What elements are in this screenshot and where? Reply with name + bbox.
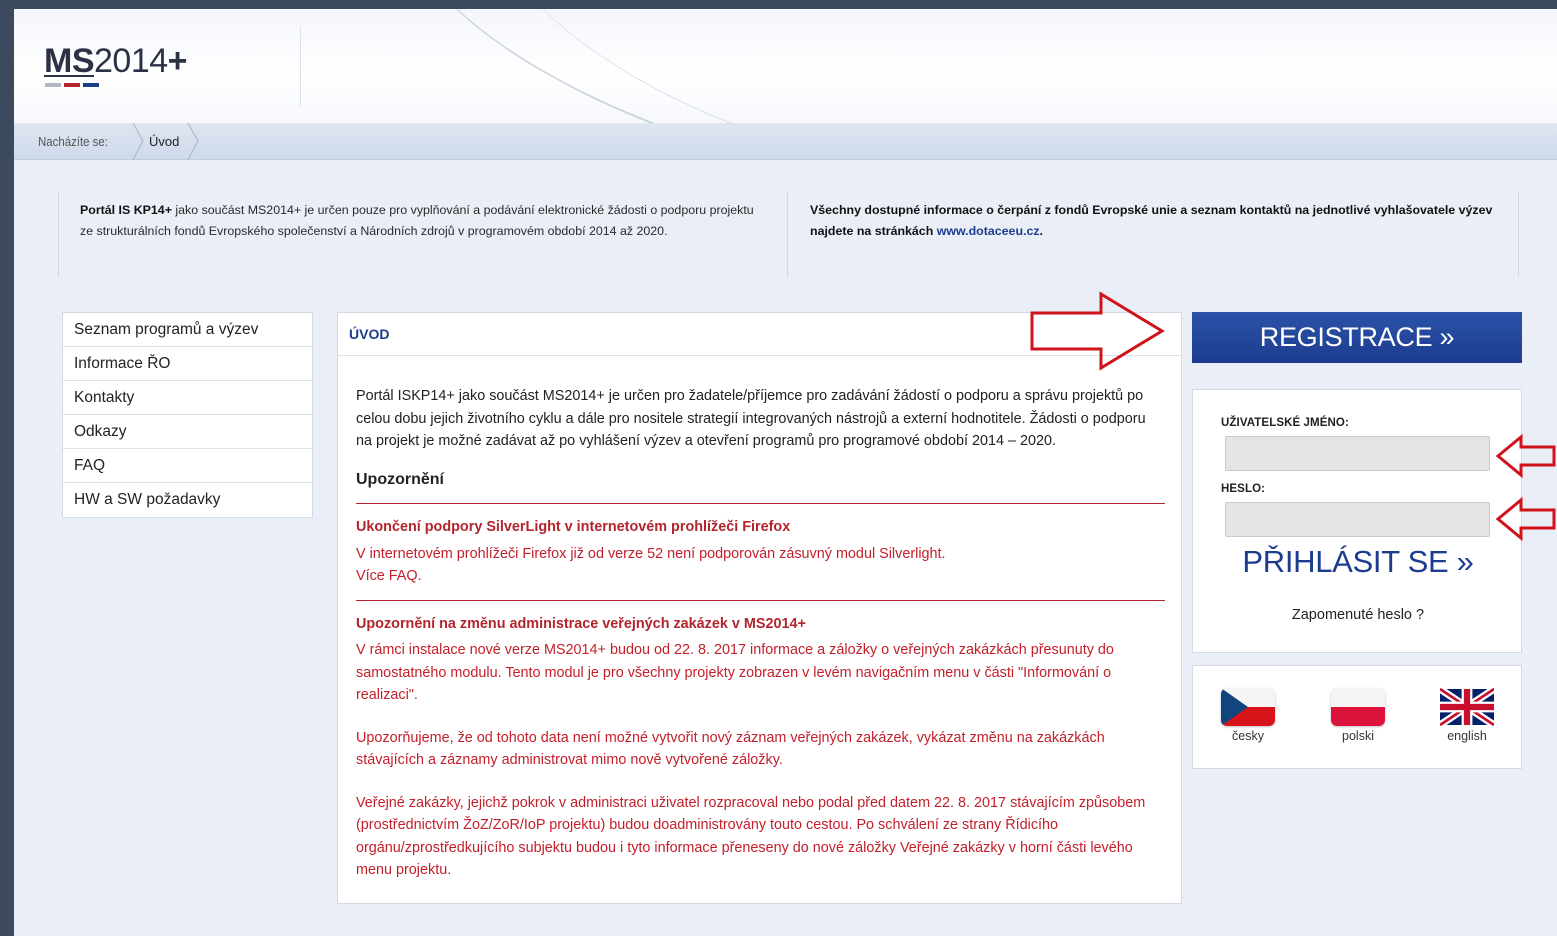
logo-bar <box>64 83 80 87</box>
logo-bar <box>83 83 99 87</box>
login-button[interactable]: PŘIHLÁSIT SE » <box>1193 544 1523 580</box>
register-button[interactable]: REGISTRACE » <box>1192 312 1522 363</box>
language-box: česky polski english <box>1192 665 1522 769</box>
nav-item-contacts[interactable]: Kontakty <box>63 381 312 415</box>
nav-item-ro-info[interactable]: Informace ŘO <box>63 347 312 381</box>
annotation-arrow-left <box>1495 434 1556 478</box>
password-label: HESLO: <box>1221 483 1266 495</box>
language-polish[interactable]: polski <box>1328 688 1388 743</box>
warning-heading: Upozornění <box>356 469 1165 504</box>
info-right-end: . <box>1039 224 1043 238</box>
polish-flag-icon <box>1331 688 1385 726</box>
annotation-arrow-right <box>1030 291 1165 371</box>
nav-item-hw-sw[interactable]: HW a SW požadavky <box>63 483 312 517</box>
password-input[interactable] <box>1225 502 1490 537</box>
forgot-password-link[interactable]: Zapomenuté heslo ? <box>1193 607 1523 623</box>
header: MS2014+ <box>14 9 1557 123</box>
breadcrumb-label: Nacházíte se: <box>38 134 108 149</box>
notice-divider <box>356 599 1165 601</box>
language-label: english <box>1447 729 1487 743</box>
username-input[interactable] <box>1225 436 1490 471</box>
breadcrumb: Nacházíte se: Úvod <box>14 123 1557 160</box>
notice-paragraph: V rámci instalace nové verze MS2014+ bud… <box>356 642 1114 703</box>
dotaceeu-link[interactable]: www.dotaceeu.cz <box>937 224 1040 238</box>
czech-flag-icon <box>1221 688 1275 726</box>
nav-item-programs[interactable]: Seznam programů a výzev <box>63 313 312 347</box>
logo-bar <box>45 83 61 87</box>
content-body: Portál ISKP14+ jako součást MS2014+ je u… <box>338 356 1181 882</box>
language-czech[interactable]: česky <box>1218 688 1278 743</box>
info-left-bold: Portál IS KP14+ <box>80 203 172 217</box>
breadcrumb-separator <box>132 123 144 160</box>
header-divider <box>300 27 301 107</box>
login-box: UŽIVATELSKÉ JMÉNO: HESLO: PŘIHLÁSIT SE »… <box>1192 389 1522 653</box>
logo-bars <box>45 83 187 87</box>
info-panel-left: Portál IS KP14+ jako součást MS2014+ je … <box>58 191 788 277</box>
username-label: UŽIVATELSKÉ JMÉNO: <box>1221 417 1349 429</box>
main-content: ÚVOD Portál ISKP14+ jako součást MS2014+… <box>337 312 1182 904</box>
notice-title: Ukončení podpory SilverLight v interneto… <box>356 519 791 535</box>
notice-title: Upozornění na změnu administrace veřejný… <box>356 615 806 632</box>
notice-text: V internetovém prohlížeči Firefox již od… <box>356 543 1165 588</box>
notice-line: V internetovém prohlížeči Firefox již od… <box>356 545 946 562</box>
logo-plus: + <box>167 42 188 80</box>
annotation-arrow-left <box>1495 497 1556 541</box>
left-nav: Seznam programů a výzev Informace ŘO Kon… <box>62 312 313 518</box>
info-right-bold: Všechny dostupné informace o čerpání z f… <box>810 203 1493 238</box>
nav-item-links[interactable]: Odkazy <box>63 415 312 449</box>
info-left-text: jako součást MS2014+ je určen pouze pro … <box>80 203 754 238</box>
language-english[interactable]: english <box>1437 688 1497 743</box>
page: MS2014+ Nacházíte se: Úvod Portál IS KP1… <box>14 9 1557 936</box>
uk-flag-icon <box>1440 688 1494 726</box>
breadcrumb-item-home[interactable]: Úvod <box>149 134 179 149</box>
breadcrumb-separator <box>187 123 199 160</box>
notice-paragraph: Upozorňujeme, že od tohoto data není mož… <box>356 729 1105 769</box>
language-label: česky <box>1232 729 1264 743</box>
language-label: polski <box>1342 729 1374 743</box>
logo-year: 2014 <box>94 42 168 80</box>
logo[interactable]: MS2014+ <box>44 42 188 93</box>
faq-link[interactable]: Více FAQ. <box>356 565 1165 588</box>
intro-text: Portál ISKP14+ jako součást MS2014+ je u… <box>356 388 1146 449</box>
logo-ms: MS <box>44 42 95 80</box>
info-panel-right: Všechny dostupné informace o čerpání z f… <box>788 191 1519 277</box>
nav-item-faq[interactable]: FAQ <box>63 449 312 483</box>
notice-paragraph: Veřejné zakázky, jejichž pokrok v admini… <box>356 794 1146 879</box>
